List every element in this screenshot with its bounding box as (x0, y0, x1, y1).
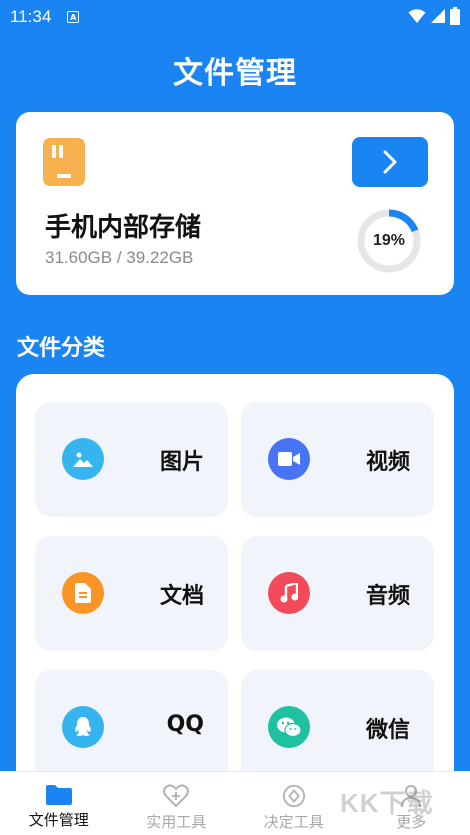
page-title: 文件管理 (173, 56, 297, 91)
nav-label: 实用工具 (146, 813, 207, 831)
category-label: 视频 (365, 450, 410, 475)
status-bar: 11:34 A (0, 0, 470, 34)
nav-label: 文件管理 (28, 811, 89, 829)
watermark-logo: KK下载 (340, 788, 434, 818)
category-label: 文档 (159, 584, 204, 609)
compass-icon (282, 784, 305, 808)
heart-plus-icon (163, 784, 190, 808)
category-audio[interactable]: 音频 (241, 536, 434, 651)
nav-file-manager[interactable]: 文件管理 (0, 772, 118, 835)
qq-penguin-icon (62, 706, 104, 748)
category-label: QQ (166, 712, 204, 737)
wechat-icon (268, 706, 310, 748)
sd-card-icon (43, 138, 85, 186)
battery-icon (450, 7, 460, 25)
status-time: 11:34 (10, 7, 52, 26)
status-a-badge: A (67, 11, 80, 23)
storage-size: 31.60GB / 39.22GB (45, 248, 194, 267)
storage-card[interactable]: 手机内部存储 31.60GB / 39.22GB 19% (16, 112, 454, 295)
music-note-icon (268, 572, 310, 614)
category-documents[interactable]: 文档 (35, 536, 228, 651)
category-label: 微信 (365, 718, 410, 743)
storage-percent: 19% (372, 232, 406, 249)
document-icon (62, 572, 104, 614)
status-icons (408, 7, 460, 25)
category-section-title: 文件分类 (17, 336, 106, 361)
category-qq[interactable]: QQ (35, 670, 228, 785)
category-label: 音频 (365, 584, 410, 609)
category-images[interactable]: 图片 (35, 402, 228, 517)
category-panel: 图片 视频 文档 音频 QQ 微信 (16, 374, 454, 794)
folder-icon (45, 785, 72, 805)
storage-name: 手机内部存储 (45, 213, 202, 243)
signal-icon (431, 9, 445, 23)
category-wechat[interactable]: 微信 (241, 670, 434, 785)
category-label: 图片 (159, 450, 204, 475)
image-icon (62, 438, 104, 480)
video-camera-icon (268, 438, 310, 480)
wifi-icon (408, 9, 426, 23)
storage-open-button[interactable] (352, 137, 428, 187)
category-videos[interactable]: 视频 (241, 402, 434, 517)
nav-utilities[interactable]: 实用工具 (118, 772, 236, 835)
nav-decision-tools[interactable]: 决定工具 (235, 772, 353, 835)
nav-label: 决定工具 (263, 813, 324, 831)
chevron-right-icon (383, 150, 397, 174)
